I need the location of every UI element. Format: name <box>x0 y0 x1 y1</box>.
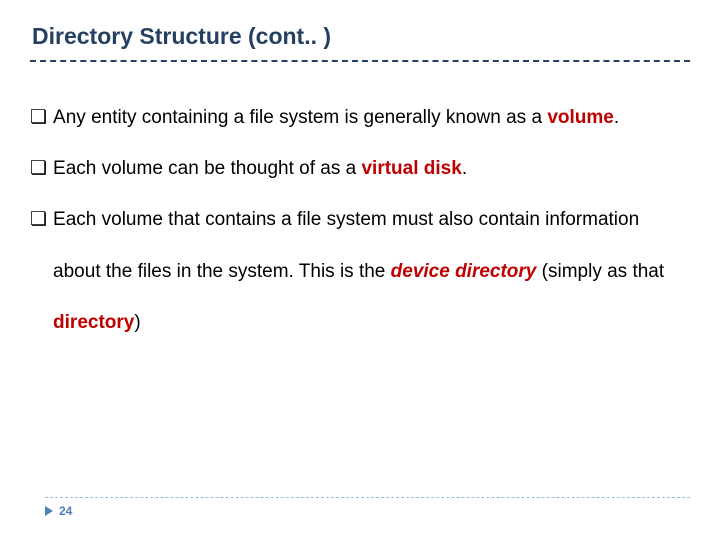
page-arrow-icon <box>45 506 53 516</box>
footer-divider <box>45 497 690 498</box>
emphasis-volume: volume <box>547 107 614 128</box>
bullet-marker-icon: ❏ <box>30 92 47 143</box>
list-item: ❏ Any entity containing a file system is… <box>30 92 690 143</box>
emphasis-directory: directory <box>53 312 134 333</box>
page-number: 24 <box>59 504 72 518</box>
bullet-text: Any entity containing a file system is g… <box>53 92 690 143</box>
list-item: ❏ Each volume that contains a file syste… <box>30 194 690 348</box>
list-item: ❏ Each volume can be thought of as a vir… <box>30 143 690 194</box>
content-area: ❏ Any entity containing a file system is… <box>30 92 690 348</box>
title-divider <box>30 60 690 62</box>
bullet-marker-icon: ❏ <box>30 194 47 245</box>
bullet-text: Each volume that contains a file system … <box>53 194 690 348</box>
footer: 24 <box>45 504 72 518</box>
slide: Directory Structure (cont.. ) ❏ Any enti… <box>0 0 720 540</box>
bullet-text: Each volume can be thought of as a virtu… <box>53 143 690 194</box>
text-run: (simply as that <box>536 261 664 282</box>
emphasis-virtual-disk: virtual disk <box>361 158 461 179</box>
text-run: ) <box>134 312 140 333</box>
page-title: Directory Structure (cont.. ) <box>32 22 690 52</box>
bullet-marker-icon: ❏ <box>30 143 47 194</box>
text-run: Each volume can be thought of as a <box>53 158 361 179</box>
emphasis-device-directory: device directory <box>391 261 537 282</box>
text-run: . <box>462 158 467 179</box>
text-run: . <box>614 107 619 128</box>
text-run: Any entity containing a file system is g… <box>53 107 547 128</box>
